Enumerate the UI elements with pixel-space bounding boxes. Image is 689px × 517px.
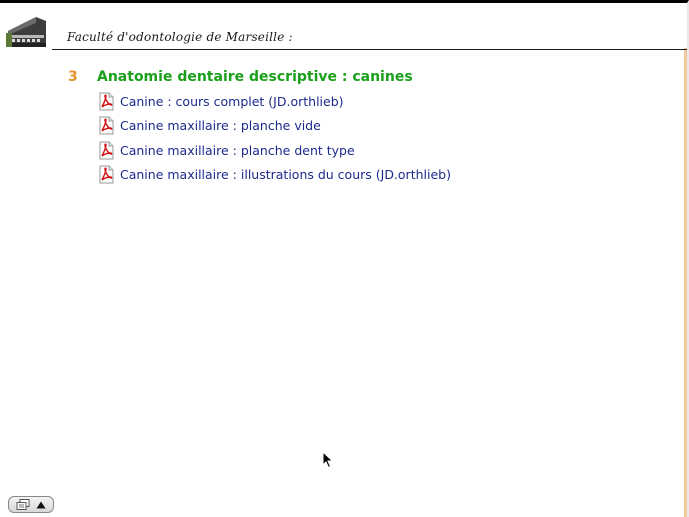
section-number: 3 bbox=[68, 69, 78, 85]
document-list: Canine : cours complet (JD.orthlieb) Can… bbox=[97, 89, 451, 187]
document-link[interactable]: Canine : cours complet (JD.orthlieb) bbox=[120, 94, 344, 109]
slide-screen: Faculté d'odontologie de Marseille : 3 A… bbox=[0, 0, 689, 517]
document-item[interactable]: Canine maxillaire : planche dent type bbox=[97, 138, 451, 163]
slide-nav-control[interactable] bbox=[8, 496, 54, 513]
section-title: Anatomie dentaire descriptive : canines bbox=[97, 69, 413, 85]
document-item[interactable]: Canine maxillaire : illustrations du cou… bbox=[97, 163, 451, 188]
document-item[interactable]: Canine : cours complet (JD.orthlieb) bbox=[97, 89, 451, 114]
pdf-icon bbox=[99, 116, 114, 135]
document-link[interactable]: Canine maxillaire : planche vide bbox=[120, 118, 321, 133]
document-link[interactable]: Canine maxillaire : planche dent type bbox=[120, 143, 355, 158]
right-edge-strip bbox=[684, 48, 687, 517]
header-title: Faculté d'odontologie de Marseille : bbox=[67, 30, 293, 44]
faculty-building-logo bbox=[6, 13, 48, 49]
pages-icon[interactable] bbox=[16, 499, 30, 510]
pdf-icon bbox=[99, 141, 114, 160]
pdf-icon bbox=[99, 165, 114, 184]
document-link[interactable]: Canine maxillaire : illustrations du cou… bbox=[120, 167, 451, 182]
document-item[interactable]: Canine maxillaire : planche vide bbox=[97, 114, 451, 139]
pdf-icon bbox=[99, 92, 114, 111]
header-divider bbox=[52, 49, 687, 50]
mouse-cursor-icon bbox=[322, 451, 334, 469]
arrow-up-icon[interactable] bbox=[36, 501, 46, 509]
